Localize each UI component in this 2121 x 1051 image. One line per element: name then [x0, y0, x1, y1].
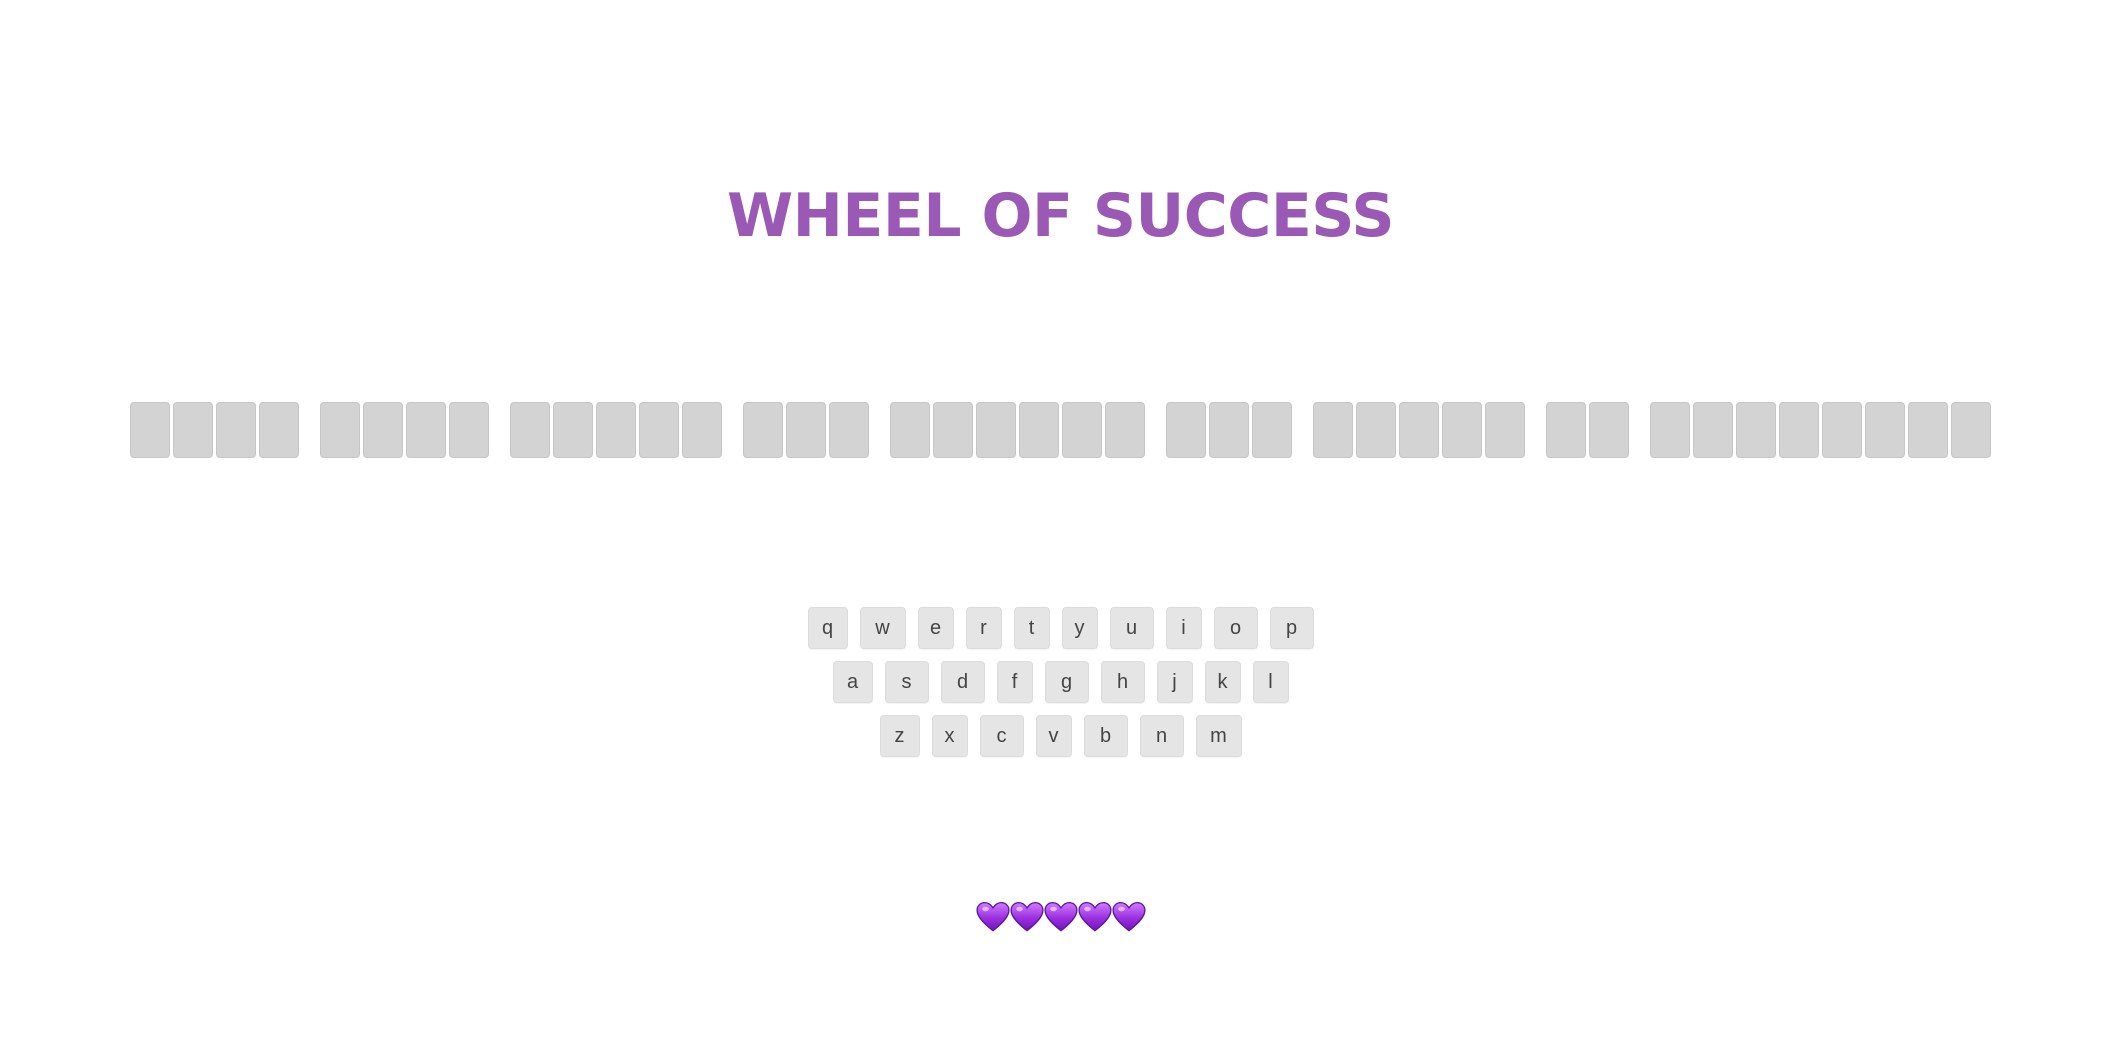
keyboard-row: qwertyuiop [0, 607, 2121, 649]
key-d[interactable]: d [940, 661, 985, 703]
key-u[interactable]: u [1109, 607, 1154, 649]
letter-tile [130, 402, 170, 458]
letter-tile [1062, 402, 1102, 458]
letter-tile [1209, 402, 1249, 458]
letter-tile [320, 402, 360, 458]
letter-tile [1019, 402, 1059, 458]
purple-heart-icon [1111, 897, 1146, 937]
letter-tile [1736, 402, 1776, 458]
key-f[interactable]: f [996, 661, 1033, 703]
key-l[interactable]: l [1252, 661, 1289, 703]
purple-heart-icon [1043, 897, 1078, 937]
letter-tile [1779, 402, 1819, 458]
game-title: WHEEL OF SUCCESS [726, 181, 1395, 251]
key-g[interactable]: g [1044, 661, 1089, 703]
letter-tile [406, 402, 446, 458]
key-y[interactable]: y [1061, 607, 1098, 649]
game-page: WHEEL OF SUCCESS qwertyuiop asdfghjkl zxcv… [0, 0, 2121, 1051]
purple-heart-icon [1077, 897, 1112, 937]
letter-tile [1105, 402, 1145, 458]
letter-tile [449, 402, 489, 458]
phrase-word [1546, 402, 1629, 458]
letter-tile [1442, 402, 1482, 458]
keyboard-row: zxcvbnm [0, 715, 2121, 757]
letter-tile [743, 402, 783, 458]
key-w[interactable]: w [859, 607, 906, 649]
key-p[interactable]: p [1269, 607, 1314, 649]
phrase-word [890, 402, 1145, 458]
key-v[interactable]: v [1035, 715, 1072, 757]
phrase-word [130, 402, 299, 458]
key-m[interactable]: m [1195, 715, 1242, 757]
letter-tile [1822, 402, 1862, 458]
letter-tile [1546, 402, 1586, 458]
letter-tile [976, 402, 1016, 458]
key-h[interactable]: h [1100, 661, 1145, 703]
letter-tile [829, 402, 869, 458]
letter-tile [1313, 402, 1353, 458]
key-t[interactable]: t [1013, 607, 1050, 649]
purple-heart-icon [975, 897, 1010, 937]
key-b[interactable]: b [1083, 715, 1128, 757]
letter-tile [1485, 402, 1525, 458]
key-s[interactable]: s [884, 661, 929, 703]
letter-tile [363, 402, 403, 458]
letter-tile [553, 402, 593, 458]
letter-tile [216, 402, 256, 458]
letter-tile [1865, 402, 1905, 458]
phrase-word [320, 402, 489, 458]
letter-tile [1693, 402, 1733, 458]
letter-tile [1252, 402, 1292, 458]
phrase-board [0, 402, 2121, 458]
letter-tile [1356, 402, 1396, 458]
key-k[interactable]: k [1204, 661, 1241, 703]
letter-tile [596, 402, 636, 458]
letter-tile [1951, 402, 1991, 458]
key-o[interactable]: o [1213, 607, 1258, 649]
letter-tile [1908, 402, 1948, 458]
phrase-word [510, 402, 722, 458]
letter-tile [510, 402, 550, 458]
phrase-word [1166, 402, 1292, 458]
letter-tile [890, 402, 930, 458]
key-j[interactable]: j [1156, 661, 1193, 703]
letter-tile [1589, 402, 1629, 458]
lives-display [0, 897, 2121, 937]
key-e[interactable]: e [917, 607, 954, 649]
letter-tile [933, 402, 973, 458]
letter-tile [1399, 402, 1439, 458]
key-x[interactable]: x [931, 715, 968, 757]
purple-heart-icon [1009, 897, 1044, 937]
key-n[interactable]: n [1139, 715, 1184, 757]
key-q[interactable]: q [807, 607, 848, 649]
letter-tile [639, 402, 679, 458]
letter-tile [786, 402, 826, 458]
phrase-word [1313, 402, 1525, 458]
letter-tile [259, 402, 299, 458]
phrase-word [743, 402, 869, 458]
letter-tile [1166, 402, 1206, 458]
key-c[interactable]: c [979, 715, 1024, 757]
phrase-word [1650, 402, 1991, 458]
on-screen-keyboard: qwertyuiop asdfghjkl zxcvbnm [0, 607, 2121, 769]
key-z[interactable]: z [879, 715, 920, 757]
letter-tile [1650, 402, 1690, 458]
key-r[interactable]: r [965, 607, 1002, 649]
letter-tile [682, 402, 722, 458]
letter-tile [173, 402, 213, 458]
key-a[interactable]: a [832, 661, 873, 703]
keyboard-row: asdfghjkl [0, 661, 2121, 703]
key-i[interactable]: i [1165, 607, 1202, 649]
